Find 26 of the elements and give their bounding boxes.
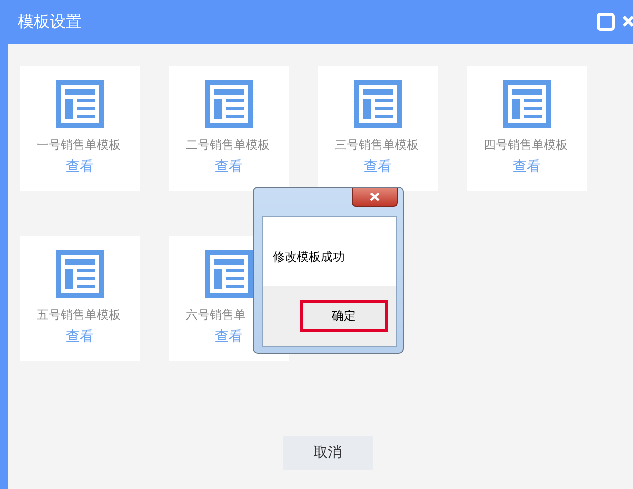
- template-name: 二号销售单模板: [185, 137, 270, 154]
- template-icon: [56, 250, 104, 298]
- view-link[interactable]: 查看: [66, 158, 94, 176]
- template-icon: [503, 80, 551, 128]
- dialog-close-button[interactable]: [352, 188, 398, 207]
- view-link[interactable]: 查看: [513, 158, 541, 176]
- template-icon: [354, 80, 402, 128]
- template-name: 六号销售单: [185, 307, 246, 324]
- maximize-icon[interactable]: [597, 13, 615, 31]
- template-icon: [205, 80, 253, 128]
- template-icon: [56, 80, 104, 128]
- template-icon: [205, 250, 253, 298]
- ok-button[interactable]: 确定: [300, 300, 388, 332]
- view-link[interactable]: 查看: [66, 328, 94, 346]
- cancel-button[interactable]: 取消: [283, 436, 373, 470]
- dialog-message: 修改模板成功: [273, 250, 345, 264]
- template-name: 三号销售单模板: [334, 137, 419, 154]
- view-link[interactable]: 查看: [215, 158, 243, 176]
- close-icon: [370, 193, 380, 201]
- window-title: 模板设置: [18, 12, 83, 32]
- template-name: 一号销售单模板: [36, 137, 121, 154]
- template-name: 五号销售单模板: [36, 307, 121, 324]
- view-link[interactable]: 查看: [364, 158, 392, 176]
- close-icon[interactable]: [623, 14, 633, 30]
- view-link[interactable]: 查看: [215, 328, 243, 346]
- template-name: 四号销售单模板: [483, 137, 568, 154]
